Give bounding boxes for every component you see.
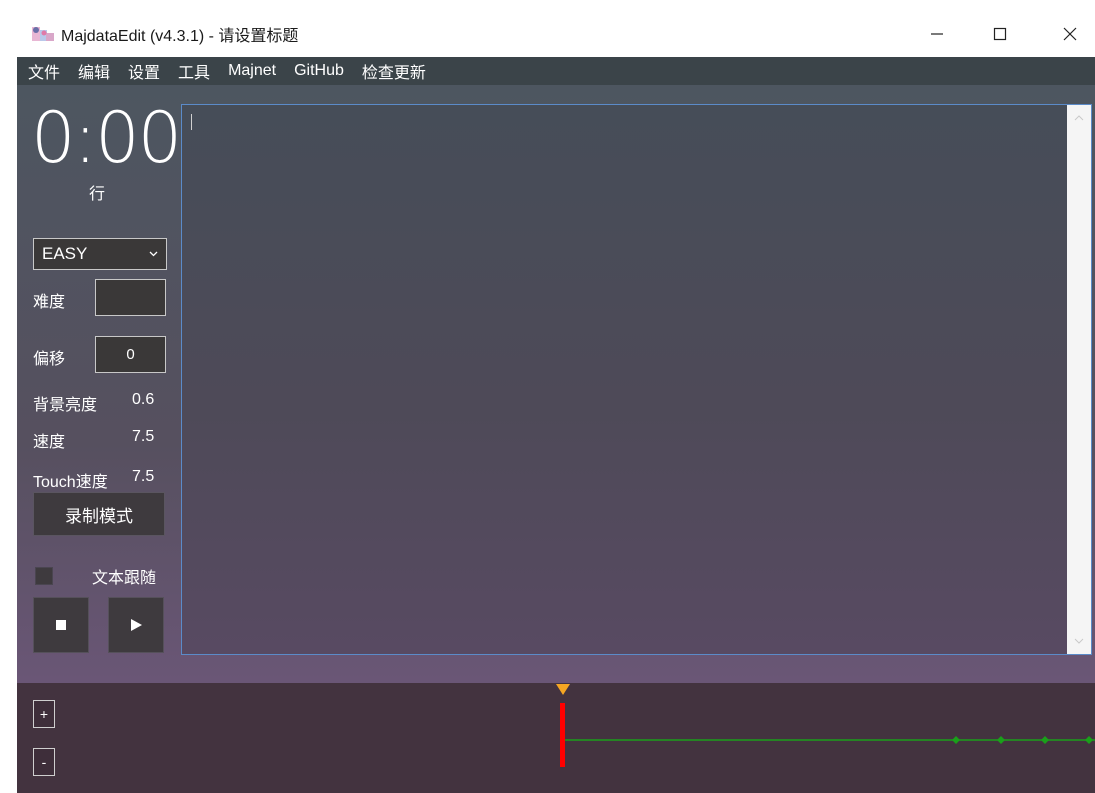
maximize-icon: [993, 27, 1007, 40]
app-window: MajdataEdit (v4.3.1) - 请设置标题 文件 编辑 设置 工具…: [17, 10, 1095, 793]
bg-brightness-label: 背景亮度: [33, 397, 98, 414]
menu-check-update[interactable]: 检查更新: [362, 59, 426, 83]
text-caret: [191, 114, 192, 130]
main-area: 0:00 行 EASY 难度 偏移 0 背景亮度 0.6 速度 7.5 Touc…: [17, 85, 1095, 683]
timeline-note-marker: [952, 736, 960, 744]
scroll-up-button[interactable]: [1067, 109, 1091, 127]
close-button[interactable]: [1047, 10, 1093, 57]
close-icon: [1063, 27, 1077, 40]
level-select[interactable]: EASY: [33, 238, 167, 270]
app-logo-icon: [31, 24, 55, 44]
timeline-canvas: [556, 684, 1095, 767]
offset-input[interactable]: 0: [95, 336, 166, 373]
speed-label: 速度: [33, 434, 66, 451]
play-button[interactable]: [108, 597, 164, 653]
follow-text-checkbox[interactable]: [35, 567, 53, 585]
speed-value[interactable]: 7.5: [132, 428, 154, 446]
difficulty-input[interactable]: [95, 279, 166, 316]
bg-brightness-value[interactable]: 0.6: [132, 391, 154, 409]
chart-text-editor[interactable]: [181, 104, 1092, 655]
scroll-down-button[interactable]: [1067, 632, 1091, 650]
time-display: 0:00: [31, 97, 182, 179]
timeline-note-marker: [997, 736, 1005, 744]
difficulty-label: 难度: [33, 294, 66, 311]
minimize-icon: [931, 32, 943, 35]
chevron-down-icon: [149, 249, 158, 260]
playhead-line: [560, 703, 565, 767]
menu-github[interactable]: GitHub: [294, 62, 344, 80]
menu-majnet[interactable]: Majnet: [228, 62, 276, 80]
stop-button[interactable]: [33, 597, 89, 653]
stop-icon: [56, 620, 66, 630]
row-label: 行: [89, 186, 106, 203]
follow-text-label: 文本跟随: [92, 570, 157, 587]
menu-bar: 文件 编辑 设置 工具 Majnet GitHub 检查更新: [17, 57, 1095, 85]
minimize-button[interactable]: [914, 10, 960, 57]
editor-scrollbar[interactable]: [1067, 105, 1091, 654]
title-bar: MajdataEdit (v4.3.1) - 请设置标题: [17, 10, 1095, 57]
window-title: MajdataEdit (v4.3.1) - 请设置标题: [61, 27, 299, 45]
chevron-up-icon: [1074, 115, 1084, 121]
timeline-note-marker: [1041, 736, 1049, 744]
chevron-down-icon: [1074, 638, 1084, 644]
maximize-button[interactable]: [977, 10, 1023, 57]
touch-speed-label: Touch速度: [33, 474, 108, 491]
touch-speed-value[interactable]: 7.5: [132, 468, 154, 486]
playhead-marker-icon: [556, 684, 570, 695]
timeline[interactable]: + -: [17, 683, 1095, 793]
record-mode-button[interactable]: 录制模式: [33, 492, 165, 536]
offset-label: 偏移: [33, 351, 66, 368]
play-icon: [131, 619, 142, 631]
menu-file[interactable]: 文件: [28, 59, 60, 83]
menu-tools[interactable]: 工具: [178, 59, 210, 83]
menu-edit[interactable]: 编辑: [78, 59, 110, 83]
level-select-value: EASY: [42, 244, 88, 263]
menu-settings[interactable]: 设置: [128, 59, 160, 83]
timeline-note-marker: [1085, 736, 1093, 744]
